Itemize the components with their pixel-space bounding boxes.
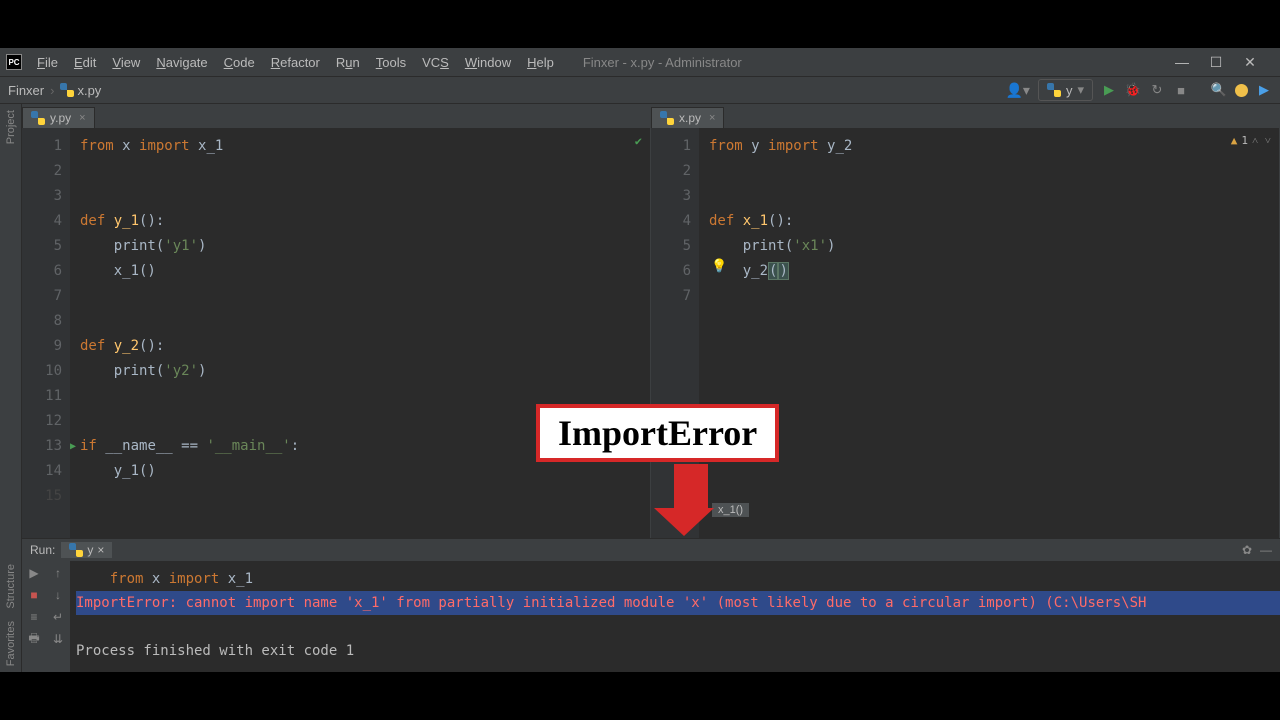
overlay-arrow-icon bbox=[667, 464, 714, 536]
user-icon[interactable]: 👤▾ bbox=[1006, 82, 1030, 99]
editor-tab-y[interactable]: y.py × bbox=[22, 107, 95, 128]
crumb-file[interactable]: x.py bbox=[77, 83, 101, 98]
breadcrumb[interactable]: Finxer › x.py bbox=[8, 83, 101, 98]
console-output[interactable]: from x import x_1 ImportError: cannot im… bbox=[70, 561, 1280, 672]
python-file-icon bbox=[660, 111, 674, 125]
menu-navigate[interactable]: Navigate bbox=[149, 52, 214, 73]
python-file-icon bbox=[31, 111, 45, 125]
settings-icon[interactable]: ✿ bbox=[1242, 543, 1252, 557]
structure-toolwindow-button[interactable]: Structure bbox=[5, 564, 17, 609]
up-button[interactable]: ↑ bbox=[50, 565, 66, 581]
scientific-mode-icon[interactable]: ▶ bbox=[1256, 82, 1272, 98]
menu-file[interactable]: File bbox=[30, 52, 65, 73]
code-editor-right[interactable]: ▲1˄ ˅ 1234567 💡 from y import y_2 def x_… bbox=[651, 128, 1279, 538]
search-icon[interactable]: 🔍 bbox=[1211, 82, 1227, 98]
scroll-button[interactable]: ⇊ bbox=[50, 631, 66, 647]
menu-run[interactable]: Run bbox=[329, 52, 367, 73]
run-label: Run: bbox=[30, 543, 55, 557]
down-button[interactable]: ↓ bbox=[50, 587, 66, 603]
minimize-button[interactable]: — bbox=[1172, 54, 1192, 71]
window-title: Finxer - x.py - Administrator bbox=[583, 55, 742, 70]
run-session-tab[interactable]: y × bbox=[61, 542, 112, 558]
menu-help[interactable]: Help bbox=[520, 52, 561, 73]
editor-left-pane: y.py × ✔ 12345678910111213▶1415 from x i… bbox=[22, 104, 651, 538]
wrap-button[interactable]: ↵ bbox=[50, 609, 66, 625]
run-button[interactable]: ▶ bbox=[1101, 82, 1117, 98]
run-coverage-button[interactable]: ↻ bbox=[1149, 82, 1165, 98]
favorites-toolwindow-button[interactable]: Favorites bbox=[5, 621, 17, 666]
layout-button[interactable]: ≡ bbox=[26, 609, 42, 625]
editor-tab-x[interactable]: x.py × bbox=[651, 107, 724, 128]
menu-vcs[interactable]: VCS bbox=[415, 52, 456, 73]
nav-bar: Finxer › x.py 👤▾ y ▾ ▶ 🐞 ↻ ■ 🔍 ▶ bbox=[0, 76, 1280, 104]
print-button[interactable]: 🖶 bbox=[26, 631, 42, 647]
menu-edit[interactable]: Edit bbox=[67, 52, 103, 73]
close-button[interactable]: ✕ bbox=[1240, 54, 1260, 71]
menu-code[interactable]: Code bbox=[217, 52, 262, 73]
menubar: PC File Edit View Navigate Code Refactor… bbox=[0, 48, 1280, 76]
close-tab-icon[interactable]: × bbox=[79, 112, 85, 124]
left-gutter: Project Structure Favorites bbox=[0, 104, 22, 672]
editor-right-pane: x.py × ▲1˄ ˅ 1234567 💡 from y import y_2… bbox=[651, 104, 1280, 538]
ide-status-icon[interactable] bbox=[1235, 84, 1248, 97]
error-line: ImportError: cannot import name 'x_1' fr… bbox=[76, 591, 1280, 615]
project-toolwindow-button[interactable]: Project bbox=[5, 110, 17, 144]
inspection-ok-icon: ✔ bbox=[635, 134, 642, 148]
stop-button[interactable]: ■ bbox=[1173, 82, 1189, 98]
python-file-icon bbox=[60, 83, 74, 97]
inspection-warning-indicator[interactable]: ▲1˄ ˅ bbox=[1231, 134, 1271, 147]
close-tab-icon[interactable]: × bbox=[709, 112, 715, 124]
run-toolbar: ▶ ■ ≡ 🖶 ↑ ↓ ↵ ⇊ bbox=[22, 561, 70, 672]
menu-tools[interactable]: Tools bbox=[369, 52, 413, 73]
code-editor-left[interactable]: ✔ 12345678910111213▶1415 from x import x… bbox=[22, 128, 650, 538]
run-toolwindow: Run: y × ✿ — ▶ ■ bbox=[22, 538, 1280, 672]
exit-message: Process finished with exit code 1 bbox=[76, 643, 354, 659]
run-line-marker-icon[interactable]: ▶ bbox=[70, 434, 76, 459]
menu-refactor[interactable]: Refactor bbox=[264, 52, 327, 73]
debug-button[interactable]: 🐞 bbox=[1125, 82, 1141, 98]
python-icon bbox=[69, 543, 83, 557]
run-config-selector[interactable]: y ▾ bbox=[1038, 79, 1093, 101]
maximize-button[interactable]: ☐ bbox=[1206, 54, 1226, 71]
stop-button[interactable]: ■ bbox=[26, 587, 42, 603]
menu-window[interactable]: Window bbox=[458, 52, 518, 73]
menu-view[interactable]: View bbox=[105, 52, 147, 73]
line-gutter: 12345678910111213▶1415 bbox=[22, 128, 70, 538]
close-tab-icon[interactable]: × bbox=[97, 543, 104, 557]
run-config-name: y bbox=[1066, 83, 1073, 98]
overlay-error-label: ImportError bbox=[536, 404, 779, 462]
intention-bulb-icon[interactable]: 💡 bbox=[711, 259, 727, 274]
code-tooltip: x_1() bbox=[711, 502, 750, 518]
hide-icon[interactable]: — bbox=[1260, 543, 1272, 557]
crumb-project[interactable]: Finxer bbox=[8, 83, 44, 98]
pycharm-logo: PC bbox=[6, 54, 22, 70]
rerun-button[interactable]: ▶ bbox=[26, 565, 42, 581]
python-icon bbox=[1047, 83, 1061, 97]
